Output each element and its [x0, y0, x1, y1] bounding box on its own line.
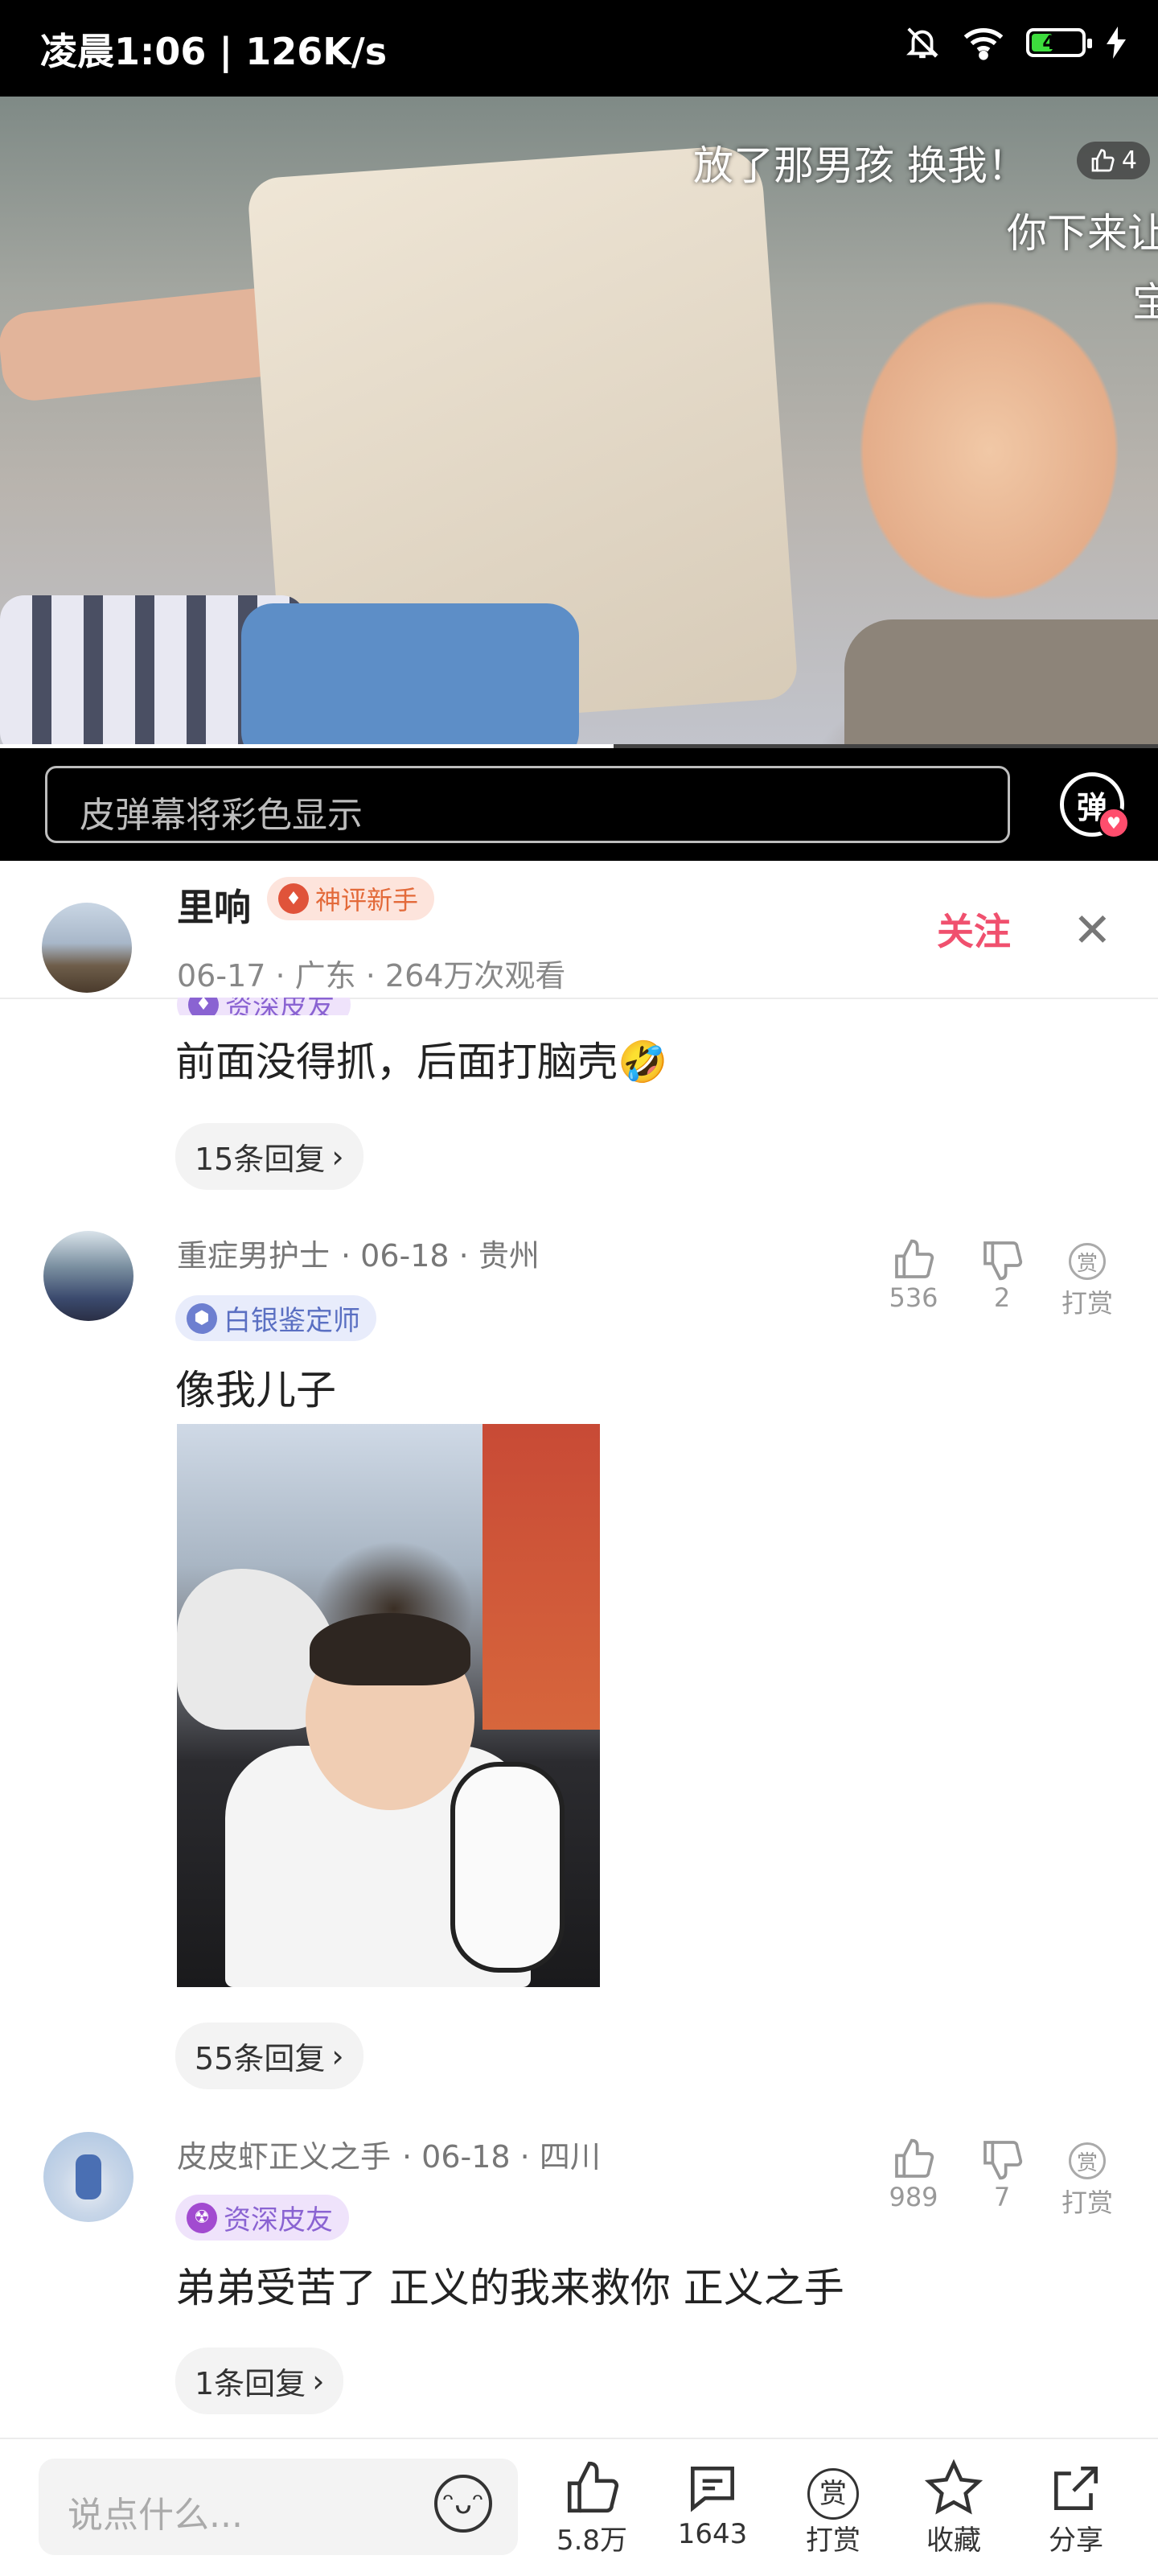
author-badge-label: 神评新手 [315, 885, 419, 916]
reward-video-button[interactable]: 赏 打赏 [785, 2459, 881, 2557]
reward-icon: 赏 [785, 2459, 881, 2520]
follow-button[interactable]: 关注 [937, 903, 1011, 956]
chevron-right-icon: › [331, 1138, 344, 1175]
commenter-name[interactable]: 皮皮虾正义之手 [177, 2132, 391, 2176]
emoji-icon[interactable]: ᵔᴗᵔ [434, 2475, 492, 2533]
comment-image[interactable] [177, 1424, 600, 1987]
author-meta: 06-17 · 广东 · 264万次观看 [177, 958, 566, 994]
share-button[interactable]: 分享 [1028, 2459, 1124, 2557]
wifi-icon [963, 28, 1004, 60]
commenter-badge[interactable]: ⬢ 白银鉴定师 [175, 1295, 376, 1341]
reward-button[interactable]: 赏 打赏 [1055, 2142, 1119, 2220]
reward-icon: 赏 [1069, 1243, 1106, 1280]
comment-meta: · 06-18 · 四川 [402, 2139, 601, 2175]
author-name[interactable]: 里响 [177, 879, 251, 932]
danmaku-bar: 皮弹幕将彩色显示 弹 ♥ [0, 748, 1158, 861]
commenter-avatar[interactable] [43, 2132, 133, 2222]
charging-icon [1107, 27, 1126, 59]
replies-label: 15条回复 [195, 1142, 326, 1177]
commenter-badge-label: 资深皮友 [224, 2204, 333, 2237]
commenter-avatar[interactable] [43, 1231, 133, 1321]
dislike-count: 2 [993, 1282, 1011, 1313]
chevron-right-icon: › [312, 2363, 325, 2399]
thumb-up-icon [1091, 148, 1115, 171]
close-icon[interactable]: ✕ [1073, 903, 1112, 957]
video-like-count: 5.8万 [556, 2525, 628, 2557]
commenter-badge[interactable]: ☢ 资深皮友 [175, 2195, 349, 2241]
author-badge[interactable]: ♦ 神评新手 [267, 877, 435, 920]
commenter-name[interactable]: 重症男护士 [177, 1231, 330, 1275]
battery-level: 47 [1042, 31, 1070, 54]
replies-button[interactable]: 1条回复 › [175, 2348, 344, 2414]
video-reward-label: 打赏 [806, 2525, 860, 2557]
comment-text: 弟弟受苦了 正义的我来救你 正义之手 [175, 2265, 844, 2311]
author-avatar[interactable] [42, 903, 132, 993]
favorite-button[interactable]: 收藏 [905, 2459, 1002, 2557]
thumb-down-icon [983, 2141, 1023, 2180]
comment-text: 像我儿子 [175, 1367, 336, 1414]
share-icon [1054, 2467, 1098, 2510]
video-comment-count: 1643 [677, 2518, 748, 2550]
danmaku-input[interactable]: 皮弹幕将彩色显示 [45, 766, 1010, 843]
dislike-count: 7 [993, 2182, 1011, 2212]
comment-icon [691, 2467, 734, 2512]
bottom-action-bar: 说点什么... ᵔᴗᵔ 5.8万 1643 赏 打赏 收藏 分享 [0, 2438, 1158, 2576]
like-button[interactable]: 989 [881, 2137, 946, 2212]
dislike-button[interactable]: 2 [970, 1237, 1034, 1313]
favorite-label: 收藏 [926, 2525, 981, 2557]
shield-icon: ♦ [278, 883, 309, 914]
thumb-up-icon [895, 1239, 934, 1278]
thumb-up-icon [895, 2138, 934, 2178]
danmaku-item: 宝 [1132, 279, 1158, 326]
video-shirt [844, 619, 1158, 748]
danmaku-like-count: 4 [1121, 146, 1137, 175]
comment-header: 皮皮虾正义之手 · 06-18 · 四川 [177, 2132, 601, 2176]
replies-label: 1条回复 [195, 2366, 306, 2401]
dislike-button[interactable]: 7 [970, 2137, 1034, 2212]
comment-header: 重症男护士 · 06-18 · 贵州 [177, 1231, 540, 1275]
thumb-up-icon [567, 2461, 619, 2513]
thumb-down-icon [983, 1241, 1023, 1281]
comment-meta: · 06-18 · 贵州 [341, 1238, 540, 1274]
reward-label: 打赏 [1061, 2187, 1113, 2218]
author-header: 里响 ♦ 神评新手 06-17 · 广东 · 264万次观看 关注 ✕ [0, 861, 1158, 999]
star-icon [924, 2459, 983, 2515]
replies-label: 55条回复 [195, 2041, 326, 2076]
heart-icon: ♥ [1098, 807, 1130, 839]
danmaku-item: 放了那男孩 换我！ [693, 142, 1028, 189]
replies-button[interactable]: 55条回复 › [175, 2023, 363, 2089]
partial-badge-label: 资深皮友 [225, 998, 335, 1015]
comment-text: 前面没得抓，后面打脑壳🤣 [175, 1039, 668, 1085]
chevron-right-icon: › [331, 2038, 344, 2074]
like-button[interactable]: 536 [881, 1237, 946, 1313]
like-count: 536 [889, 1282, 938, 1313]
battery-icon: 47 [1026, 28, 1092, 57]
danmaku-item: 你下来让 [1007, 210, 1158, 257]
share-label: 分享 [1049, 2525, 1103, 2557]
comment-count-button[interactable]: 1643 [664, 2459, 761, 2550]
status-time: 凌晨1:06 | 126K/s [40, 30, 388, 73]
danmaku-toggle-button[interactable]: 弹 ♥ [1060, 772, 1130, 839]
reward-label: 打赏 [1061, 1288, 1113, 1319]
like-count: 989 [889, 2182, 938, 2212]
partial-badge: ♦ 资深皮友 [177, 998, 351, 1015]
replies-button[interactable]: 15条回复 › [175, 1123, 363, 1190]
status-bar: 凌晨1:06 | 126K/s 47 [0, 0, 1158, 97]
video-jeans [241, 603, 579, 748]
danmaku-like-chip[interactable]: 4 [1076, 142, 1150, 179]
reward-icon: 赏 [1069, 2142, 1106, 2179]
mute-bell-icon [906, 27, 938, 59]
like-video-button[interactable]: 5.8万 [544, 2459, 640, 2557]
video-player[interactable]: 放了那男孩 换我！ 4 你下来让 宝 [0, 97, 1158, 748]
commenter-badge-label: 白银鉴定师 [224, 1305, 360, 1337]
status-icons: 47 [904, 24, 1126, 61]
reward-button[interactable]: 赏 打赏 [1055, 1243, 1119, 1320]
